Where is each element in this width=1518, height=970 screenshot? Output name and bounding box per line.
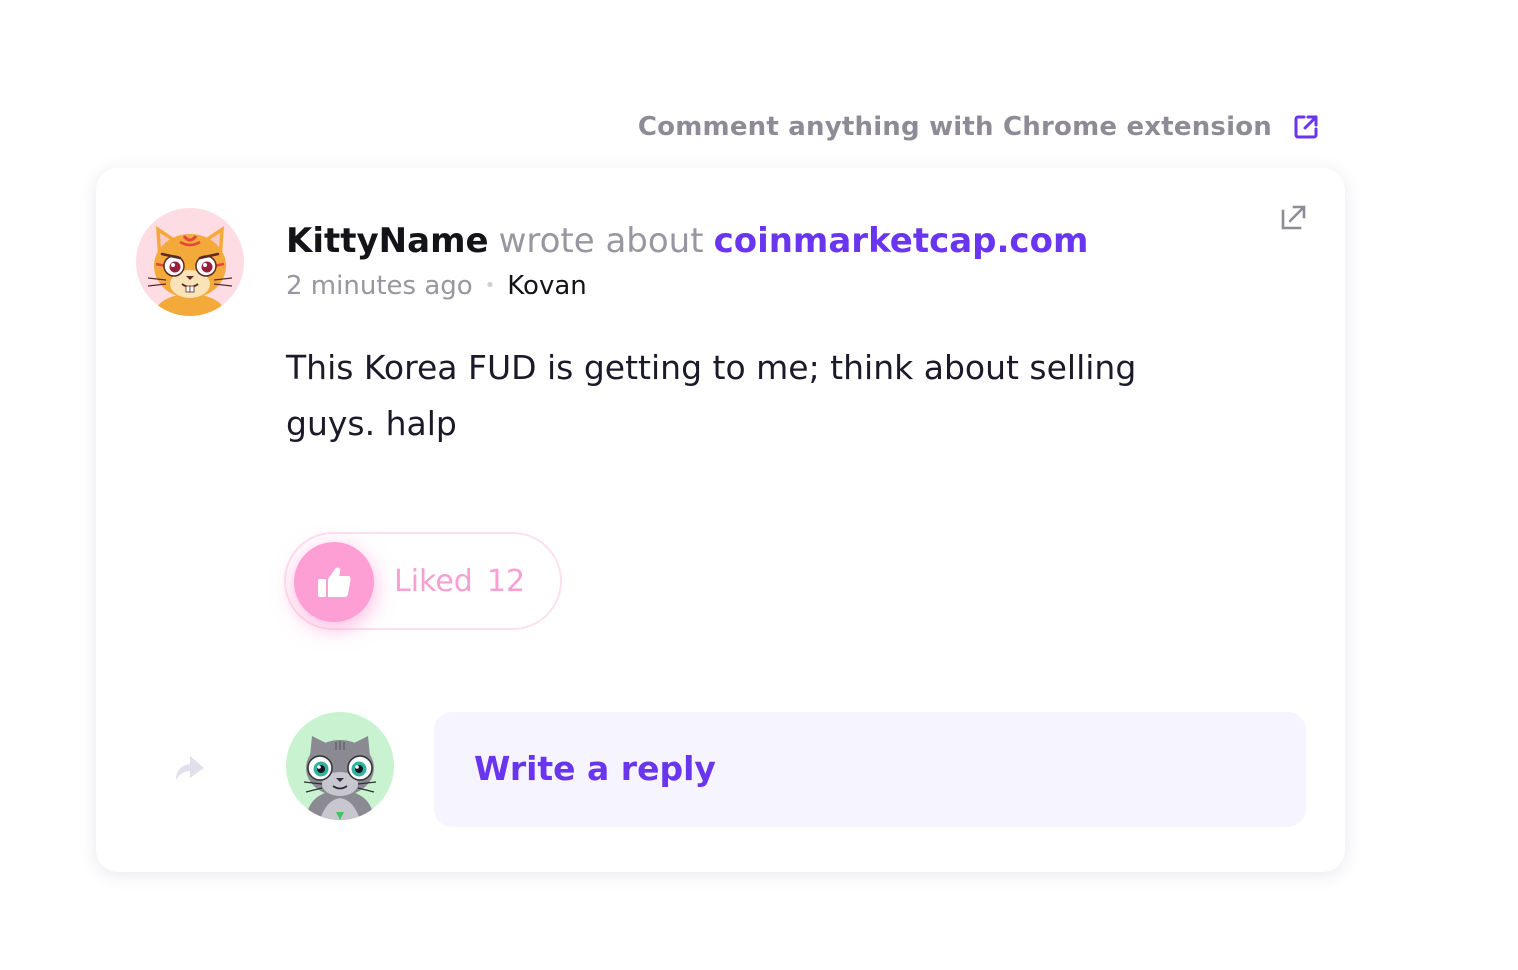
reply-input[interactable]: Write a reply <box>434 712 1306 827</box>
comment-body: This Korea FUD is getting to me; think a… <box>286 348 1137 443</box>
like-button[interactable]: Liked 12 <box>284 532 562 630</box>
like-count: 12 <box>486 564 526 599</box>
author-name[interactable]: KittyName <box>286 221 489 261</box>
open-in-new-icon[interactable] <box>1280 203 1308 231</box>
like-icon-circle <box>294 542 374 622</box>
network-label: Kovan <box>507 271 587 301</box>
meta-separator: • <box>484 275 496 296</box>
comment-meta: 2 minutes ago • Kovan <box>286 268 587 304</box>
external-link-icon <box>1294 115 1318 139</box>
orange-kitty-icon <box>147 226 233 316</box>
reply-arrow-icon <box>176 756 204 780</box>
liked-text: Liked <box>394 564 473 599</box>
comment-card: KittyName wrote about coinmarketcap.com 2 … <box>96 168 1345 872</box>
wrote-about-text: wrote about <box>498 221 704 261</box>
comment-header: KittyName wrote about coinmarketcap.com <box>286 218 1088 264</box>
reply-placeholder: Write a reply <box>474 749 716 788</box>
author-avatar[interactable] <box>136 208 244 316</box>
page: Comment anything with Chrome extension K… <box>0 0 1518 970</box>
timestamp: 2 minutes ago <box>286 271 473 301</box>
site-link[interactable]: coinmarketcap.com <box>714 221 1089 261</box>
thumbs-up-icon <box>318 567 351 597</box>
chrome-extension-text: Comment anything with Chrome extension <box>637 112 1272 142</box>
grey-kitty-icon <box>303 736 377 820</box>
chrome-extension-link[interactable]: Comment anything with Chrome extension <box>638 112 1320 142</box>
like-label: Liked 12 <box>394 562 525 602</box>
user-avatar[interactable] <box>286 712 394 820</box>
